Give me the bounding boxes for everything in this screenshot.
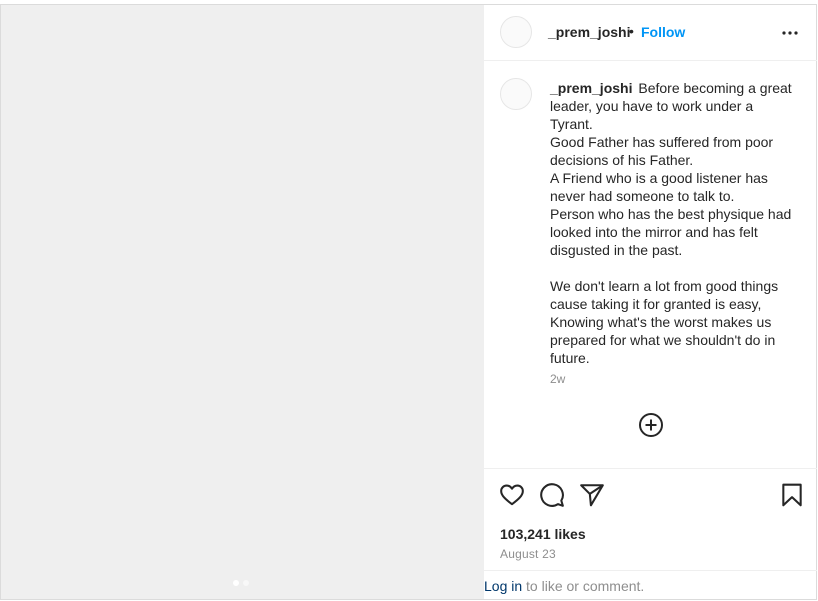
author-username[interactable]: _prem_joshi [548,24,630,40]
follow-button[interactable]: Follow [641,24,685,40]
likes-count[interactable]: 103,241 likes [500,526,586,542]
action-bar: 103,241 likes August 23 [484,468,817,571]
login-prompt: Log in to like or comment. [484,570,817,599]
carousel-dot-active [233,580,239,586]
carousel-dot [243,580,249,586]
separator-dot: • [629,23,634,39]
post-date: August 23 [500,547,556,561]
plus-circle-icon[interactable] [638,412,664,438]
carousel-indicator [233,580,249,586]
post-time-ago[interactable]: 2w [550,372,565,386]
post-media[interactable] [1,5,483,599]
post-sidebar: _prem_joshi • Follow _prem_joshi Before … [483,5,817,599]
more-options-icon[interactable] [780,23,800,43]
post-header: _prem_joshi • Follow [484,5,817,61]
heart-icon[interactable] [499,482,525,508]
caption-author-avatar[interactable] [500,78,532,110]
caption-text: Before becoming a great leader, you have… [550,80,792,366]
caption-author-username[interactable]: _prem_joshi [550,80,632,96]
comments-section: _prem_joshi Before becoming a great lead… [484,62,817,468]
post-card: _prem_joshi • Follow _prem_joshi Before … [0,4,817,600]
bookmark-icon[interactable] [779,482,805,508]
author-avatar[interactable] [500,16,532,48]
login-link[interactable]: Log in [484,578,522,594]
login-prompt-text: to like or comment. [522,578,645,594]
post-caption: _prem_joshi Before becoming a great lead… [550,79,796,367]
comment-icon[interactable] [539,482,565,508]
paper-plane-icon[interactable] [579,482,605,508]
